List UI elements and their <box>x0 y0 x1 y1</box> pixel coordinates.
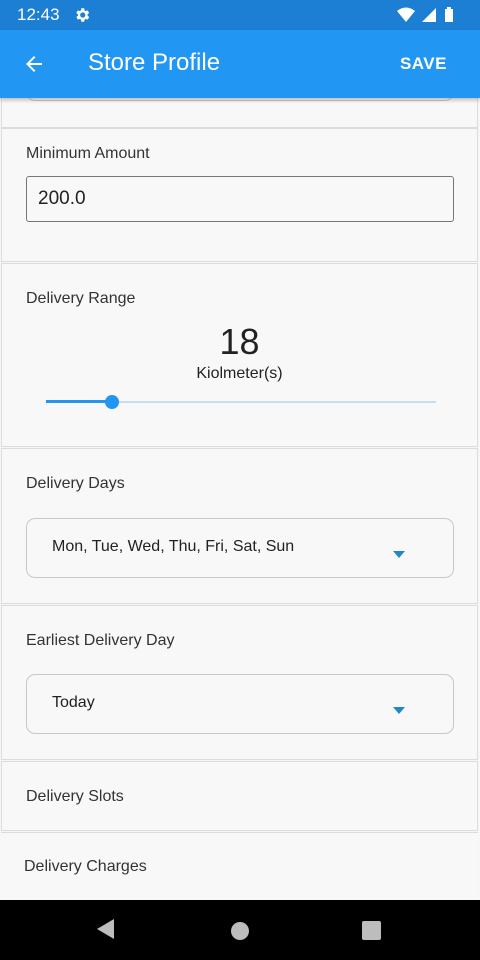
delivery-range-slider[interactable] <box>46 392 436 412</box>
previous-field-input[interactable] <box>26 98 454 101</box>
delivery-slots-card[interactable]: Delivery Slots <box>1 761 478 831</box>
earliest-delivery-day-label: Earliest Delivery Day <box>26 632 175 649</box>
delivery-days-value: Mon, Tue, Wed, Thu, Fri, Sat, Sun <box>52 538 295 555</box>
minimum-amount-input[interactable]: 200.0 <box>26 176 454 222</box>
delivery-range-value: 18 <box>219 321 260 362</box>
system-icons <box>396 6 466 29</box>
dropdown-arrow-icon <box>393 701 405 719</box>
battery-icon <box>445 7 453 22</box>
signal-icon <box>422 8 436 22</box>
delivery-days-card: Delivery Days Mon, Tue, Wed, Thu, Fri, S… <box>1 448 478 604</box>
status-time: 12:43 <box>17 5 60 24</box>
app-bar: Store Profile SAVE <box>0 30 480 98</box>
delivery-days-dropdown[interactable]: Mon, Tue, Wed, Thu, Fri, Sat, Sun <box>26 518 454 578</box>
earliest-delivery-day-card: Earliest Delivery Day Today <box>1 605 478 760</box>
recents-nav-icon[interactable] <box>362 921 381 945</box>
home-nav-icon[interactable] <box>230 921 250 946</box>
delivery-range-card: Delivery Range 18 Kiolmeter(s) <box>1 263 478 447</box>
gear-icon <box>73 6 91 29</box>
page-title: Store Profile <box>88 49 221 76</box>
delivery-days-label: Delivery Days <box>26 475 125 492</box>
save-button[interactable]: SAVE <box>400 54 447 74</box>
minimum-amount-label: Minimum Amount <box>26 145 150 162</box>
system-nav-bar <box>0 900 480 960</box>
slider-fill <box>46 400 113 403</box>
delivery-slots-label: Delivery Slots <box>26 788 124 805</box>
wifi-icon <box>397 7 415 22</box>
slider-thumb[interactable] <box>105 395 120 409</box>
dropdown-arrow-icon <box>393 545 405 563</box>
previous-field-card <box>1 98 478 128</box>
delivery-charges-label: Delivery Charges <box>24 858 147 875</box>
earliest-delivery-day-dropdown[interactable]: Today <box>26 674 454 734</box>
earliest-delivery-day-value: Today <box>52 694 95 711</box>
delivery-charges-card[interactable]: Delivery Charges <box>1 832 478 900</box>
form-content[interactable]: Minimum Amount 200.0 Delivery Range 18 K… <box>0 98 480 900</box>
minimum-amount-card: Minimum Amount 200.0 <box>1 128 478 262</box>
back-nav-icon[interactable] <box>96 918 116 945</box>
delivery-range-unit: Kiolmeter(s) <box>196 365 283 382</box>
back-arrow-icon[interactable] <box>22 52 46 81</box>
status-bar: 12:43 <box>0 0 480 30</box>
delivery-range-label: Delivery Range <box>26 290 136 307</box>
